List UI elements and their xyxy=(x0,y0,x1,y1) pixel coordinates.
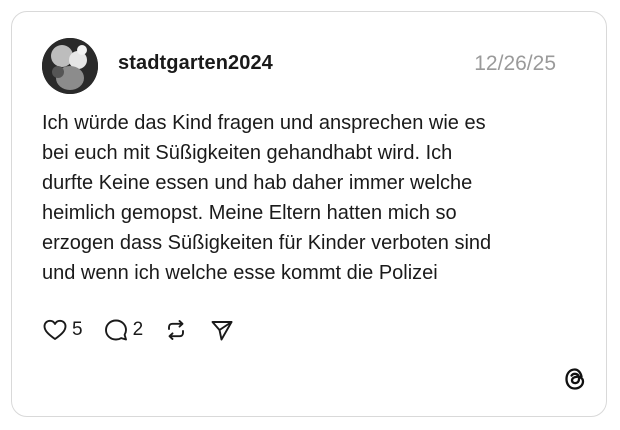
comment-icon xyxy=(103,317,129,343)
threads-logo-icon xyxy=(562,366,588,392)
reply-count: 2 xyxy=(132,319,144,340)
send-icon xyxy=(209,317,235,343)
repost-button[interactable] xyxy=(163,317,189,343)
post-text: Ich würde das Kind fragen und ansprechen… xyxy=(42,112,492,284)
repost-icon xyxy=(163,317,189,343)
heart-icon xyxy=(42,317,68,343)
like-count: 5 xyxy=(72,319,83,340)
like-button[interactable]: 5 xyxy=(42,317,83,343)
avatar[interactable] xyxy=(42,38,98,94)
share-button[interactable] xyxy=(209,317,235,343)
post-card: stadtgarten2024 12/26/25 Ich würde das K… xyxy=(11,11,607,417)
action-bar: 5 2 xyxy=(42,316,255,344)
reply-button[interactable]: 2 xyxy=(103,317,144,343)
post-date: 12/26/25 xyxy=(474,52,556,75)
username[interactable]: stadtgarten2024 xyxy=(118,52,273,75)
